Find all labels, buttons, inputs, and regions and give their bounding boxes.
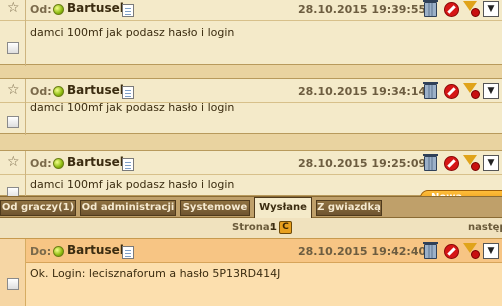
note-icon[interactable] xyxy=(122,4,134,17)
sender-name[interactable]: Bartusek xyxy=(67,83,128,97)
message-header: ☆ Od: Bartusek 28.10.2015 19:25:09 ▼ xyxy=(0,151,502,199)
page-label: Strona: xyxy=(232,222,274,233)
message-left-column: ☆ xyxy=(0,79,26,135)
note-icon[interactable] xyxy=(122,158,134,171)
note-icon[interactable] xyxy=(122,246,134,259)
to-label: Do: xyxy=(30,245,52,258)
block-icon[interactable] xyxy=(444,2,459,17)
message-body: damci 100mf jak podasz hasło i login xyxy=(30,101,235,114)
sender-name[interactable]: Bartusek xyxy=(67,1,128,15)
tab-sent[interactable]: Wysłane xyxy=(254,197,312,218)
message-checkbox[interactable] xyxy=(7,42,19,54)
message-checkbox[interactable] xyxy=(7,278,19,290)
message-header: ☆ Od: Bartusek 28.10.2015 19:34:14 ▼ xyxy=(0,79,502,135)
chevron-down-icon[interactable]: ▼ xyxy=(483,1,499,17)
star-icon[interactable]: ☆ xyxy=(7,83,20,97)
filter-icon[interactable] xyxy=(463,155,480,171)
refresh-icon[interactable]: C xyxy=(279,221,292,234)
from-label: Od: xyxy=(30,85,52,98)
mailbox-tabs: Od graczy(1) Od administracji Systemowe … xyxy=(0,196,502,218)
message-datetime: 28.10.2015 19:42:40 xyxy=(298,245,427,258)
message-datetime: 28.10.2015 19:34:14 xyxy=(298,85,427,98)
message-left-column: ☆ xyxy=(0,0,26,66)
message-body: damci 100mf jak podasz hasło i login xyxy=(30,178,235,191)
message-header: ☆ Od: Bartusek 28.10.2015 19:39:55 ▼ xyxy=(0,0,502,66)
chevron-down-icon[interactable]: ▼ xyxy=(483,83,499,99)
note-icon[interactable] xyxy=(122,86,134,99)
next-page-link[interactable]: następ xyxy=(468,222,502,233)
block-icon[interactable] xyxy=(444,156,459,171)
online-status-icon xyxy=(53,86,64,97)
filter-icon[interactable] xyxy=(463,83,480,99)
from-label: Od: xyxy=(30,3,52,16)
message-body: damci 100mf jak podasz hasło i login xyxy=(30,26,235,39)
message-datetime: 28.10.2015 19:25:09 xyxy=(298,157,427,170)
trash-icon[interactable] xyxy=(423,0,438,17)
message-left-column: ☆ xyxy=(0,151,26,199)
tab-starred[interactable]: Z gwiazdką xyxy=(316,200,382,216)
pagination: Strona: 1 C następ xyxy=(0,218,502,238)
message-item: ☆ Od: Bartusek 28.10.2015 19:39:55 ▼ dam… xyxy=(0,0,502,66)
sender-name[interactable]: Bartusek xyxy=(67,155,128,169)
from-label: Od: xyxy=(30,157,52,170)
message-left-column xyxy=(0,239,26,306)
filter-icon[interactable] xyxy=(463,243,480,259)
filter-icon[interactable] xyxy=(463,1,480,17)
online-status-icon xyxy=(53,158,64,169)
message-header: Do: Bartusek 28.10.2015 19:42:40 ▼ xyxy=(0,239,502,306)
block-icon[interactable] xyxy=(444,244,459,259)
online-status-icon xyxy=(53,246,64,257)
recipient-name[interactable]: Bartusek xyxy=(67,243,128,257)
trash-icon[interactable] xyxy=(423,154,438,171)
sent-message-item: Do: Bartusek 28.10.2015 19:42:40 ▼ Ok. L… xyxy=(0,238,502,306)
tab-from-players[interactable]: Od graczy(1) xyxy=(0,200,76,216)
star-icon[interactable]: ☆ xyxy=(7,155,20,169)
block-icon[interactable] xyxy=(444,84,459,99)
tab-system[interactable]: Systemowe xyxy=(180,200,250,216)
message-datetime: 28.10.2015 19:39:55 xyxy=(298,3,427,16)
chevron-down-icon[interactable]: ▼ xyxy=(483,155,499,171)
message-body: Ok. Login: lecisznaforum a hasło 5P13RD4… xyxy=(30,267,281,280)
trash-icon[interactable] xyxy=(423,242,438,259)
message-checkbox[interactable] xyxy=(7,116,19,128)
current-page[interactable]: 1 xyxy=(270,222,277,233)
message-item: ☆ Od: Bartusek 28.10.2015 19:34:14 ▼ dam… xyxy=(0,78,502,135)
tab-from-administration[interactable]: Od administracji xyxy=(80,200,176,216)
chevron-down-icon[interactable]: ▼ xyxy=(483,243,499,259)
star-icon[interactable]: ☆ xyxy=(7,1,20,15)
online-status-icon xyxy=(53,4,64,15)
trash-icon[interactable] xyxy=(423,82,438,99)
